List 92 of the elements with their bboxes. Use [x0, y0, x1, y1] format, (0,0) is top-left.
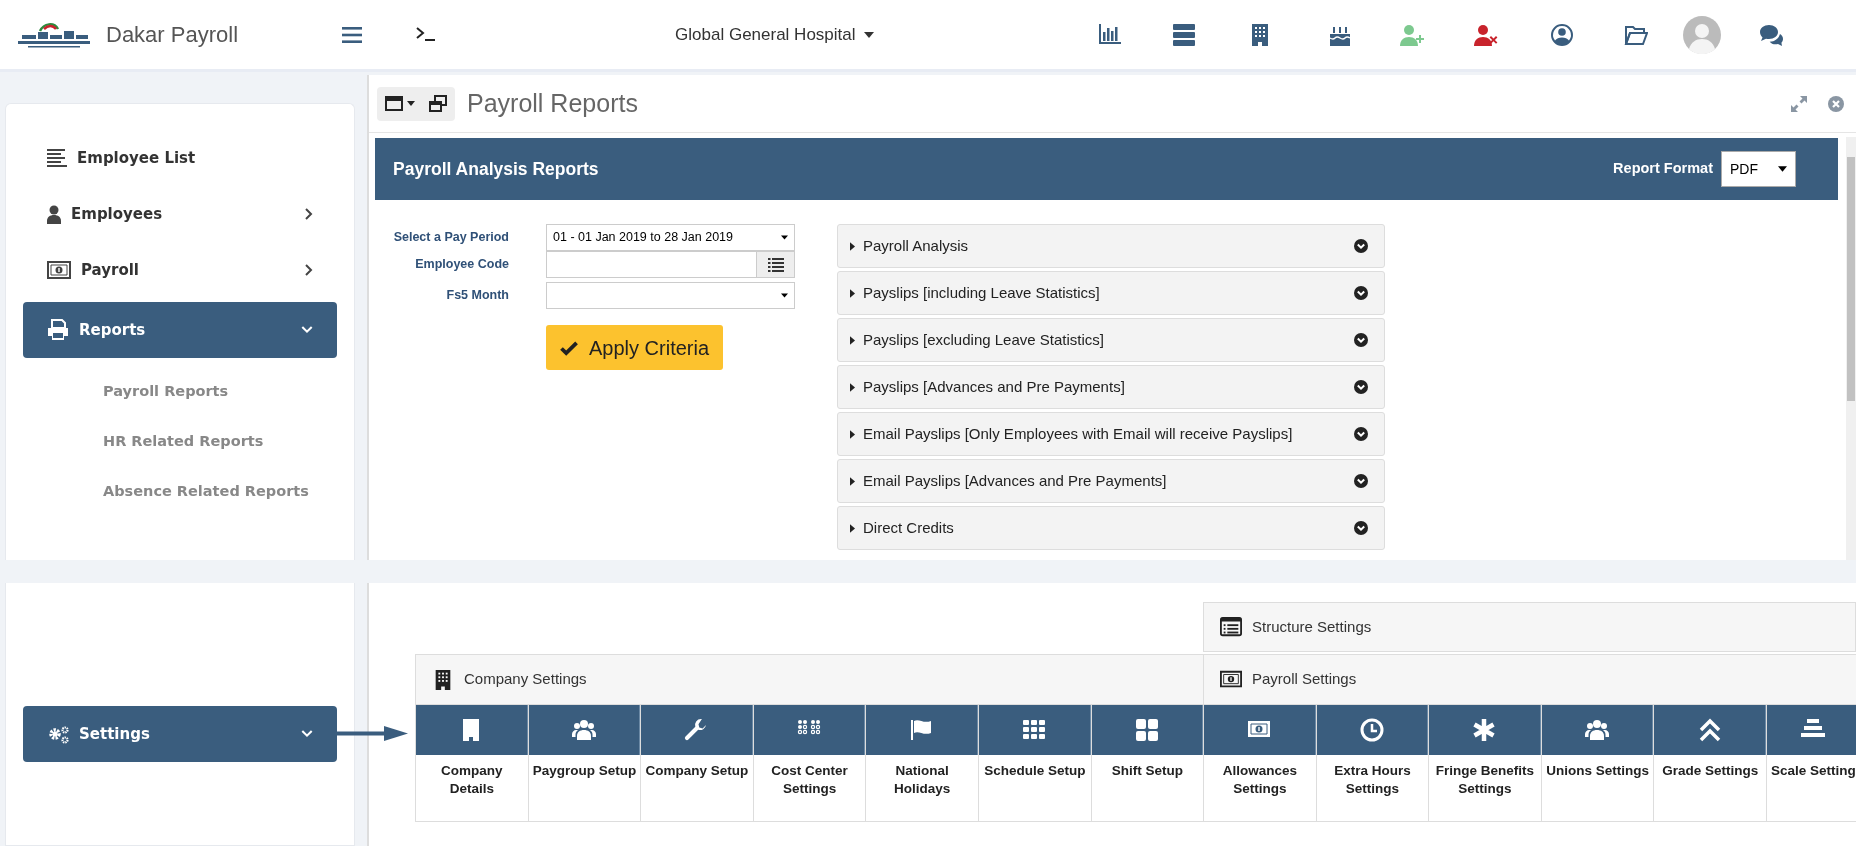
sidebar-subitem[interactable]: HR Related Reports: [103, 416, 354, 466]
sidebar-item[interactable]: Employees: [23, 188, 337, 240]
chevron-circle-icon: [1354, 474, 1368, 488]
panel-header: Structure Settings: [1203, 602, 1856, 652]
bar-chart-icon[interactable]: [1097, 22, 1122, 47]
expand-icon[interactable]: [1790, 94, 1808, 113]
settings-tile[interactable]: Grade Settings: [1654, 705, 1767, 821]
select-field[interactable]: [546, 282, 795, 309]
caret-icon: [850, 288, 855, 298]
caret-icon: [850, 523, 855, 533]
user-icon: [47, 204, 61, 224]
caret-icon: [863, 31, 874, 38]
sidebar-item[interactable]: Settings: [23, 706, 337, 762]
restore-icon[interactable]: [429, 95, 447, 112]
double-chevron-icon: [1697, 718, 1722, 742]
check-icon: [560, 339, 579, 356]
settings-tile[interactable]: Paygroup Setup: [528, 705, 642, 821]
caret-icon: [850, 476, 855, 486]
field-label: Fs5 Month: [445, 287, 509, 304]
settings-tile[interactable]: Allowances Settings: [1204, 705, 1317, 821]
app-title: Dakar Payroll: [106, 21, 239, 49]
report-header-bar: Payroll Analysis Reports Report Format PDF: [375, 138, 1838, 200]
chevron-circle-icon: [1354, 380, 1368, 394]
users-icon: [571, 718, 596, 742]
logo-drawing: [18, 20, 90, 49]
list-icon[interactable]: [767, 257, 784, 272]
caret-icon: [781, 235, 788, 240]
chevron-right-icon: [305, 264, 313, 276]
field-label: Employee Code: [414, 256, 509, 273]
chevron-circle-icon: [1354, 333, 1368, 347]
asterisk-icon: [1472, 718, 1497, 742]
caret-icon: [781, 293, 788, 298]
settings-tile[interactable]: Cost Center Settings: [753, 705, 867, 821]
remove-user-icon[interactable]: [1473, 22, 1498, 47]
caret-icon: [850, 241, 855, 251]
accordion-item[interactable]: Email Payslips [Only Employees with Email will receive Payslips]: [837, 412, 1385, 456]
panel-header: Payroll Settings: [1204, 655, 1856, 705]
select-field[interactable]: 01 - 01 Jan 2019 to 28 Jan 2019: [546, 224, 795, 251]
list-icon: [1220, 615, 1242, 639]
accordion-item[interactable]: Payslips [excluding Leave Statistics]: [837, 318, 1385, 362]
settings-tile[interactable]: Schedule Setup: [978, 705, 1092, 821]
accordion-item[interactable]: Payroll Analysis: [837, 224, 1385, 268]
wrench-icon: [684, 718, 709, 742]
accordion-item[interactable]: Email Payslips [Advances and Pre Payments]: [837, 459, 1385, 503]
banknote-icon: [47, 259, 71, 281]
sidebar-item[interactable]: Reports: [23, 302, 337, 358]
caret-icon: [850, 429, 855, 439]
settings-tile[interactable]: National Holidays: [866, 705, 979, 821]
chevron-circle-icon: [1354, 521, 1368, 535]
server-icon[interactable]: [1171, 22, 1196, 47]
accordion-item[interactable]: Payslips [Advances and Pre Payments]: [837, 365, 1385, 409]
users-icon: [1585, 718, 1610, 742]
chevron-right-icon: [305, 208, 313, 220]
chevron-down-icon: [301, 326, 313, 334]
accordion-item[interactable]: Direct Credits: [837, 506, 1385, 550]
panel-title: Payroll Reports: [467, 87, 638, 119]
settings-tile[interactable]: Company Details: [416, 705, 529, 821]
chat-icon[interactable]: [1758, 22, 1783, 47]
input-field[interactable]: [546, 251, 795, 278]
format-select[interactable]: PDF: [1721, 151, 1796, 187]
chevron-circle-icon: [1354, 239, 1368, 253]
arrow-icon: [336, 726, 408, 741]
sidebar-subitem[interactable]: Payroll Reports: [103, 366, 354, 416]
apply-button[interactable]: Apply Criteria: [546, 325, 724, 370]
flag-icon: [909, 718, 934, 742]
settings-tile[interactable]: Company Setup: [641, 705, 754, 821]
settings-tile[interactable]: Extra Hours Settings: [1316, 705, 1430, 821]
accordion-item[interactable]: Payslips [including Leave Statistics]: [837, 271, 1385, 315]
window-icon[interactable]: [385, 95, 403, 112]
sidebar-subitem[interactable]: Absence Related Reports: [103, 466, 354, 516]
list-icon: [47, 148, 67, 168]
settings-tile[interactable]: Unions Settings: [1541, 705, 1655, 821]
panel-header: Company Settings: [416, 655, 1203, 705]
field-label: Select a Pay Period: [392, 229, 509, 246]
printer-icon: [47, 319, 69, 341]
squares-icon: [1134, 718, 1159, 742]
caret-icon[interactable]: [407, 101, 415, 106]
sidebar-item[interactable]: Employee List: [23, 132, 337, 184]
sidebar-item[interactable]: Payroll: [23, 244, 337, 296]
close-icon[interactable]: [1828, 95, 1844, 112]
chevron-circle-icon: [1354, 427, 1368, 441]
scrollbar[interactable]: [1846, 137, 1856, 560]
settings-tile[interactable]: Fringe Benefits Settings: [1429, 705, 1542, 821]
grid-icon: [1022, 718, 1047, 742]
caret-icon: [1778, 166, 1787, 172]
caret-icon: [850, 382, 855, 392]
organization-dropdown[interactable]: Global General Hospital: [669, 20, 880, 49]
chevron-circle-icon: [1354, 286, 1368, 300]
chevron-down-icon: [301, 730, 313, 738]
caret-icon: [850, 335, 855, 345]
gears-icon: [47, 724, 69, 744]
clock-icon: [1359, 718, 1384, 742]
